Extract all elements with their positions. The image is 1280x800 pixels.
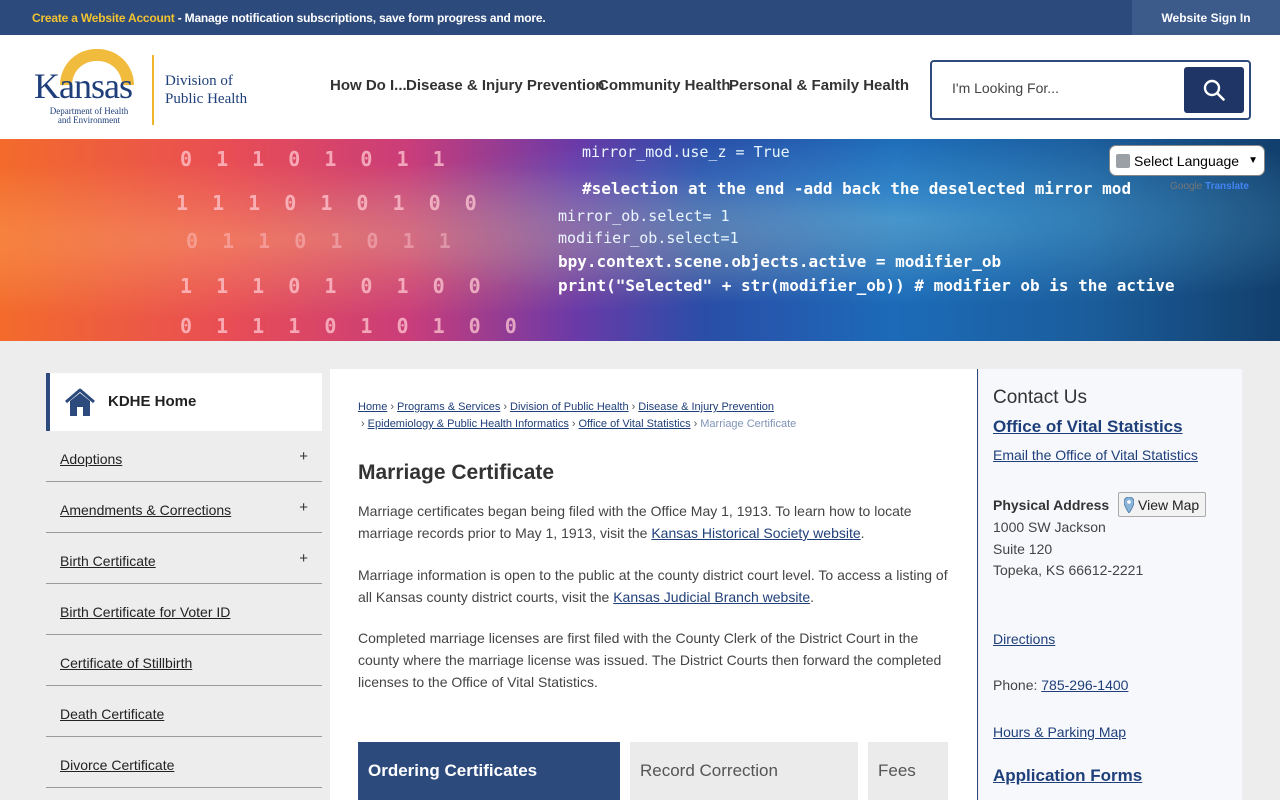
kdhe-logo[interactable]: Kansas Department of Health and Environm… — [32, 45, 262, 125]
breadcrumb-current: Marriage Certificate — [700, 418, 797, 430]
breadcrumb-disease-injury-prevention[interactable]: Disease & Injury Prevention — [638, 401, 774, 413]
translate-link[interactable]: Translate — [1205, 181, 1249, 192]
breadcrumb-epidemiology[interactable]: Epidemiology & Public Health Informatics — [368, 418, 569, 430]
nav-personal-family-health[interactable]: Personal & Family Health — [729, 77, 909, 94]
left-sidebar: KDHE Home Adoptions + Amendments & Corre… — [46, 373, 322, 788]
breadcrumb-programs-services[interactable]: Programs & Services — [397, 401, 500, 413]
sidebar-item-label[interactable]: Death Certificate — [60, 706, 164, 722]
website-sign-in-button[interactable]: Website Sign In — [1132, 0, 1280, 35]
sidebar-item-birth-certificate[interactable]: Birth Certificate + — [46, 533, 322, 584]
account-message: Create a Website Account - Manage notifi… — [32, 11, 546, 25]
page-title: Marriage Certificate — [358, 461, 555, 484]
contact-panel: Contact Us Office of Vital Statistics Em… — [979, 369, 1242, 800]
logo-kansas-text: Kansas — [34, 66, 133, 106]
search-button[interactable] — [1184, 67, 1244, 113]
expand-plus-icon[interactable]: + — [299, 499, 308, 516]
banner-code-line: modifier_ob.select=1 — [558, 229, 739, 247]
banner-code-line: print("Selected" + str(modifier_ob)) # m… — [558, 276, 1175, 295]
address-line-2: Suite 120 — [993, 541, 1053, 557]
banner-binary-row: 1 1 1 0 1 0 1 0 0 — [180, 274, 487, 298]
house-icon — [65, 388, 95, 416]
phone-line: Phone: 785-296-1400 — [993, 677, 1129, 693]
logo-department-text: Department of Health and Environment — [49, 106, 129, 125]
site-search — [930, 60, 1251, 120]
hours-parking-link[interactable]: Hours & Parking Map — [993, 724, 1126, 740]
address-label: Physical Address — [993, 497, 1110, 513]
top-bar: Create a Website Account - Manage notifi… — [0, 0, 1280, 35]
breadcrumb: Home › Programs & Services › Division of Pub… — [358, 401, 797, 430]
tab-ordering-certificates[interactable]: Ordering Certificates — [358, 742, 620, 800]
application-forms-link[interactable]: Application Forms — [993, 766, 1142, 786]
logo-divider — [152, 55, 154, 125]
paragraph-public-info: Marriage information is open to the publ… — [358, 567, 948, 605]
sidebar-home-label: KDHE Home — [108, 393, 197, 410]
account-message-text: - Manage notification subscriptions, sav… — [174, 11, 546, 25]
banner-binary-row: 0 1 1 0 1 0 1 1 — [180, 147, 451, 171]
banner-code-line: #selection at the end -add back the dese… — [582, 179, 1132, 198]
powered-by-google: Google Translate — [1170, 181, 1249, 192]
google-translate-icon — [1116, 154, 1130, 168]
address-line-1: 1000 SW Jackson — [993, 519, 1106, 535]
paragraph-licenses: Completed marriage licenses are first fi… — [358, 630, 942, 690]
historical-society-link[interactable]: Kansas Historical Society website — [651, 525, 860, 541]
banner-code-line: mirror_ob.select= 1 — [558, 207, 730, 225]
search-input[interactable] — [952, 80, 1172, 96]
search-icon — [1203, 79, 1225, 101]
map-pin-icon — [1124, 496, 1134, 513]
language-select[interactable]: Select Language ▼ — [1109, 145, 1265, 176]
banner-code-line: bpy.context.scene.objects.active = modif… — [558, 252, 1002, 271]
contact-org-link[interactable]: Office of Vital Statistics — [993, 417, 1183, 437]
sidebar-item-label[interactable]: Amendments & Corrections — [60, 502, 231, 518]
nav-community-health[interactable]: Community Health — [598, 77, 731, 94]
hero-banner: 0 1 1 0 1 0 1 1 1 1 1 0 1 0 1 0 0 0 1 1 … — [0, 139, 1280, 341]
sidebar-item-birth-certificate-voter-id[interactable]: Birth Certificate for Voter ID — [46, 584, 322, 635]
address-line-3: Topeka, KS 66612-2221 — [993, 562, 1144, 578]
expand-plus-icon[interactable]: + — [299, 448, 308, 465]
banner-binary-row: 0 1 1 1 0 1 0 1 0 0 — [180, 314, 523, 338]
breadcrumb-division-public-health[interactable]: Division of Public Health — [510, 401, 629, 413]
paragraph-history: Marriage certificates began being filed … — [358, 503, 912, 541]
banner-binary-row: 0 1 1 0 1 0 1 1 — [186, 229, 457, 253]
tab-record-correction[interactable]: Record Correction — [630, 742, 858, 800]
sidebar-item-label[interactable]: Birth Certificate for Voter ID — [60, 604, 230, 620]
view-map-button[interactable]: View Map — [1118, 492, 1206, 517]
judicial-branch-link[interactable]: Kansas Judicial Branch website — [613, 589, 810, 605]
banner-binary-row: 1 1 1 0 1 0 1 0 0 — [176, 191, 483, 215]
directions-link[interactable]: Directions — [993, 631, 1055, 647]
email-link[interactable]: Email the Office of Vital Statistics — [993, 447, 1198, 463]
main-content: Home › Programs & Services › Division of Pub… — [330, 369, 978, 800]
phone-link[interactable]: 785-296-1400 — [1041, 677, 1128, 693]
sidebar-item-death-certificate[interactable]: Death Certificate — [46, 686, 322, 737]
logo-division-text: Division of Public Health — [165, 73, 248, 107]
sidebar-item-label[interactable]: Certificate of Stillbirth — [60, 655, 192, 671]
site-header: Kansas Department of Health and Environm… — [0, 35, 1280, 139]
sidebar-item-certificate-of-stillbirth[interactable]: Certificate of Stillbirth — [46, 635, 322, 686]
nav-how-do-i[interactable]: How Do I... — [330, 77, 407, 94]
sidebar-item-divorce-certificate[interactable]: Divorce Certificate — [46, 737, 322, 788]
banner-code-line: mirror_mod.use_z = True — [582, 143, 790, 161]
nav-disease-injury-prevention[interactable]: Disease & Injury Prevention — [406, 77, 604, 94]
contact-heading: Contact Us — [993, 387, 1087, 408]
tab-fees[interactable]: Fees — [868, 742, 948, 800]
chevron-down-icon: ▼ — [1248, 155, 1258, 166]
breadcrumb-home[interactable]: Home — [358, 401, 387, 413]
sidebar-item-label[interactable]: Adoptions — [60, 451, 122, 467]
language-select-label: Select Language — [1134, 152, 1240, 169]
sidebar-item-adoptions[interactable]: Adoptions + — [46, 431, 322, 482]
sidebar-home-link[interactable]: KDHE Home — [46, 373, 322, 431]
sidebar-item-label[interactable]: Divorce Certificate — [60, 757, 174, 773]
breadcrumb-vital-statistics[interactable]: Office of Vital Statistics — [579, 418, 691, 430]
expand-plus-icon[interactable]: + — [299, 550, 308, 567]
sidebar-item-amendments-corrections[interactable]: Amendments & Corrections + — [46, 482, 322, 533]
sidebar-item-label[interactable]: Birth Certificate — [60, 553, 156, 569]
create-account-link[interactable]: Create a Website Account — [32, 11, 175, 25]
